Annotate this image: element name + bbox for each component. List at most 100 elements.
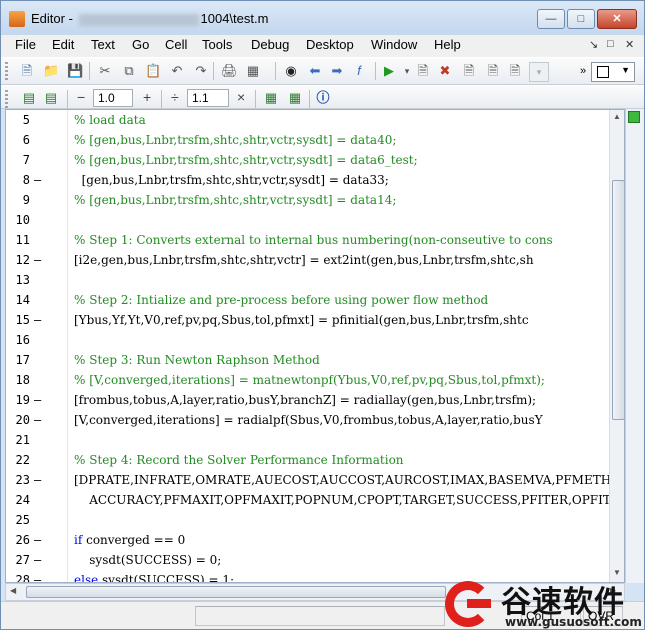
horizontal-scroll-thumb[interactable] xyxy=(26,586,446,598)
undo-icon[interactable]: ↶ xyxy=(169,63,185,79)
restore-icon[interactable]: □ xyxy=(607,38,614,50)
toolbar-grip[interactable] xyxy=(5,62,8,80)
code-line[interactable]: 24 ACCURACY,PFMAXIT,OPFMAXIT,POPNUM,CPOP… xyxy=(6,490,610,510)
code-text: % [gen,bus,Lnbr,trsfm,shtc,shtr,vctr,sys… xyxy=(74,193,397,207)
clear-breakpoint-icon[interactable]: ✖ xyxy=(437,63,453,79)
code-line[interactable]: 20– [V,converged,iterations] = radialpf(S… xyxy=(6,410,610,430)
stack-dropdown[interactable]: ▾ xyxy=(529,62,549,82)
menu-file[interactable]: File xyxy=(15,37,36,52)
layout-dropdown[interactable]: ▼ xyxy=(591,62,635,82)
code-line[interactable]: 22 % Step 4: Record the Solver Performanc… xyxy=(6,450,610,470)
breakpoint-marker[interactable]: – xyxy=(34,530,41,550)
eval-cell-advance-icon[interactable]: ▤ xyxy=(43,90,59,106)
code-line[interactable]: 26– if converged == 0 xyxy=(6,530,610,550)
vertical-scrollbar[interactable]: ▲ ▼ xyxy=(609,110,624,582)
step-out-icon[interactable]: 🗎 xyxy=(507,63,523,79)
code-text: % Step 3: Run Newton Raphson Method xyxy=(74,353,320,367)
increment-value-input[interactable] xyxy=(93,89,133,107)
undock-icon[interactable]: ↘ xyxy=(589,38,598,51)
breakpoint-marker[interactable]: – xyxy=(34,390,41,410)
toolbar-overflow-icon[interactable]: » xyxy=(575,63,591,79)
decrement-button[interactable]: − xyxy=(77,89,85,105)
menu-go[interactable]: Go xyxy=(132,37,149,52)
code-line[interactable]: 21 xyxy=(6,430,610,450)
eval-cell-icon[interactable]: ▤ xyxy=(21,90,37,106)
menu-edit[interactable]: Edit xyxy=(52,37,74,52)
code-text: % Step 4: Record the Solver Performance … xyxy=(74,453,404,467)
code-line[interactable]: 11 % Step 1: Converts external to interna… xyxy=(6,230,610,250)
breakpoint-marker[interactable]: – xyxy=(34,410,41,430)
divide-button[interactable]: ÷ xyxy=(171,89,179,105)
scroll-left-arrow-icon[interactable]: ◀ xyxy=(10,586,16,595)
scroll-up-arrow-icon[interactable]: ▲ xyxy=(613,112,621,121)
code-line[interactable]: 19– [frombus,tobus,A,layer,ratio,busY,bra… xyxy=(6,390,610,410)
run-dropdown-icon[interactable]: ▾ xyxy=(399,63,415,79)
code-line[interactable]: 27– sysdt(SUCCESS) = 0; xyxy=(6,550,610,570)
step-in-icon[interactable]: 🗎 xyxy=(485,63,501,79)
status-ok-icon[interactable] xyxy=(628,111,640,123)
print-dropdown-icon[interactable]: ▦ xyxy=(245,63,261,79)
open-folder-icon[interactable]: 📁 xyxy=(43,63,59,79)
breakpoint-marker[interactable]: – xyxy=(34,550,41,570)
menu-text[interactable]: Text xyxy=(91,37,115,52)
code-line[interactable]: 25 xyxy=(6,510,610,530)
cut-icon[interactable]: ✂ xyxy=(97,63,113,79)
find-binoculars-icon[interactable]: ◉ xyxy=(283,63,299,79)
code-line[interactable]: 9 % [gen,bus,Lnbr,trsfm,shtc,shtr,vctr,sy… xyxy=(6,190,610,210)
line-number: 28 xyxy=(15,573,30,583)
code-line[interactable]: 17 % Step 3: Run Newton Raphson Method xyxy=(6,350,610,370)
print-icon[interactable]: 🖨 xyxy=(221,63,238,79)
close-doc-icon[interactable]: ✕ xyxy=(625,38,634,51)
code-line[interactable]: 7 % [gen,bus,Lnbr,trsfm,shtc,shtr,vctr,sy… xyxy=(6,150,610,170)
code-line[interactable]: 15– [Ybus,Yf,Yt,V0,ref,pv,pq,Sbus,tol,pfm… xyxy=(6,310,610,330)
line-number: 5 xyxy=(22,113,30,127)
breakpoint-marker[interactable]: – xyxy=(34,250,41,270)
code-line[interactable]: 6 % [gen,bus,Lnbr,trsfm,shtc,shtr,vctr,sy… xyxy=(6,130,610,150)
increment-button[interactable]: + xyxy=(143,89,151,105)
menu-window[interactable]: Window xyxy=(371,37,417,52)
save-icon[interactable]: 💾 xyxy=(67,63,83,79)
code-editor[interactable]: 5 % load data 6 % [gen,bus,Lnbr,trsfm,shtc,… xyxy=(5,109,625,583)
menu-help[interactable]: Help xyxy=(434,37,461,52)
menu-debug[interactable]: Debug xyxy=(251,37,289,52)
multiply-button[interactable]: × xyxy=(237,89,245,105)
code-line[interactable]: 23– [DPRATE,INFRATE,OMRATE,AUECOST,AUCCOS… xyxy=(6,470,610,490)
maximize-button[interactable]: □ xyxy=(567,9,595,29)
forward-arrow-icon[interactable]: ➡ xyxy=(329,63,345,79)
toolbar-grip[interactable] xyxy=(5,90,8,108)
function-icon[interactable]: f xyxy=(351,63,367,79)
step-icon[interactable]: 🗎 xyxy=(461,63,477,79)
breakpoint-marker[interactable]: – xyxy=(34,470,41,490)
close-button[interactable]: ✕ xyxy=(597,9,637,29)
code-line[interactable]: 5 % load data xyxy=(6,110,610,130)
menu-cell[interactable]: Cell xyxy=(165,37,187,52)
breakpoint-marker[interactable]: – xyxy=(34,570,41,582)
new-file-icon[interactable]: 🗎 xyxy=(19,63,35,79)
breakpoint-marker[interactable]: – xyxy=(34,170,41,190)
set-breakpoint-icon[interactable]: 🗎 xyxy=(415,63,431,79)
copy-icon[interactable]: ⧉ xyxy=(121,63,137,79)
show-cell-titles-icon[interactable]: ▦ xyxy=(263,90,279,106)
multiplier-value-input[interactable] xyxy=(187,89,229,107)
redo-icon[interactable]: ↷ xyxy=(193,63,209,79)
code-line[interactable]: 18 % [V,converged,iterations] = matnewton… xyxy=(6,370,610,390)
breakpoint-marker[interactable]: – xyxy=(34,310,41,330)
vertical-scroll-thumb[interactable] xyxy=(612,180,624,420)
back-arrow-icon[interactable]: ⬅ xyxy=(307,63,323,79)
cell-options-icon[interactable]: ▦ xyxy=(287,90,303,106)
code-line[interactable]: 8– [gen,bus,Lnbr,trsfm,shtc,shtr,vctr,sy… xyxy=(6,170,610,190)
paste-icon[interactable]: 📋 xyxy=(145,63,161,79)
toolbar-separator xyxy=(89,62,90,80)
code-line[interactable]: 10 xyxy=(6,210,610,230)
code-line[interactable]: 14 % Step 2: Intialize and pre-process be… xyxy=(6,290,610,310)
title-bar[interactable]: Editor - 1004\test.m — □ ✕ xyxy=(1,1,644,35)
code-line[interactable]: 12– [i2e,gen,bus,Lnbr,trsfm,shtc,shtr,vct… xyxy=(6,250,610,270)
menu-tools[interactable]: Tools xyxy=(202,37,232,52)
menu-desktop[interactable]: Desktop xyxy=(306,37,354,52)
code-line[interactable]: 13 xyxy=(6,270,610,290)
info-icon[interactable]: ⓘ xyxy=(315,90,331,106)
toolbar-separator xyxy=(275,62,276,80)
code-line[interactable]: 16 xyxy=(6,330,610,350)
minimize-button[interactable]: — xyxy=(537,9,565,29)
run-icon[interactable]: ▶ xyxy=(381,63,397,79)
